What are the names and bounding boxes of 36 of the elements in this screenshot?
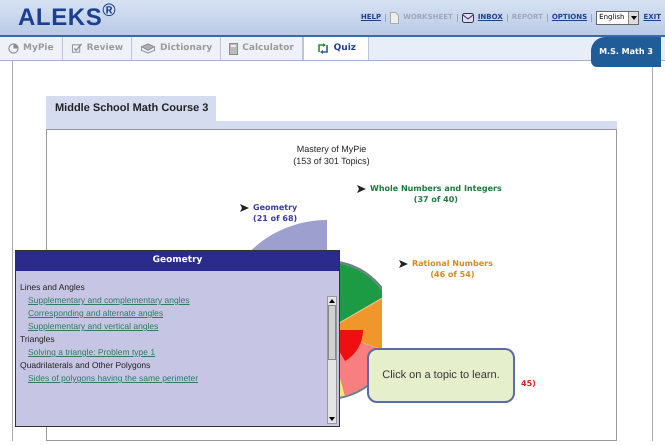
course-badge: M.S. Math 3 [591,37,661,67]
slice-label[interactable]: 45) [521,378,536,389]
popup-title: Geometry [16,251,339,271]
hint-bubble: Click on a topic to learn. [367,348,515,403]
nav-tab[interactable]: MyPie [0,37,63,60]
slice-label[interactable]: (37 of 40) [414,194,458,205]
arrows-icon [316,42,330,55]
caret-icon [630,16,637,20]
calculator-icon [229,42,238,54]
chart-subtitle: (153 of 301 Topics) [293,155,370,167]
chart-title: Mastery of MyPie [296,143,366,155]
pie-icon [8,43,19,54]
slice-label[interactable]: Rational Numbers [412,258,493,269]
topic-link[interactable]: Supplementary and vertical angles [28,320,158,332]
nav-tab[interactable]: Calculator [221,37,303,60]
topic-link[interactable]: Supplementary and complementary angles [28,294,190,306]
checkbox-icon [70,43,83,54]
nav-tab[interactable]: Quiz [302,37,369,60]
document-icon [390,12,400,24]
nav-tab[interactable]: Review [62,37,132,60]
scroll-down-icon[interactable] [328,415,336,423]
scrollbar[interactable] [327,296,337,424]
slice-label[interactable]: Whole Numbers and Integers [370,183,502,194]
topic-link[interactable]: Sides of polygons having the same perimeter [28,372,198,384]
topic-link[interactable]: Solving a triangle: Problem type 1 [28,346,156,358]
topic-heading: Lines and Angles [20,281,85,293]
slice-label[interactable]: Geometry [253,202,298,213]
topic-heading: Quadrilaterals and Other Polygons [20,359,150,371]
nav-tab[interactable]: Dictionary [132,37,222,60]
topic-heading: Triangles [20,333,55,345]
book-icon [140,43,156,54]
topic-link[interactable]: Corresponding and alternate angles [28,307,164,319]
slice-label[interactable]: (46 of 54) [430,269,474,280]
logo: ALEKS$^{®}$ [18,6,116,30]
slice-label[interactable]: (21 of 68) [253,213,298,224]
envelope-icon [462,12,474,22]
